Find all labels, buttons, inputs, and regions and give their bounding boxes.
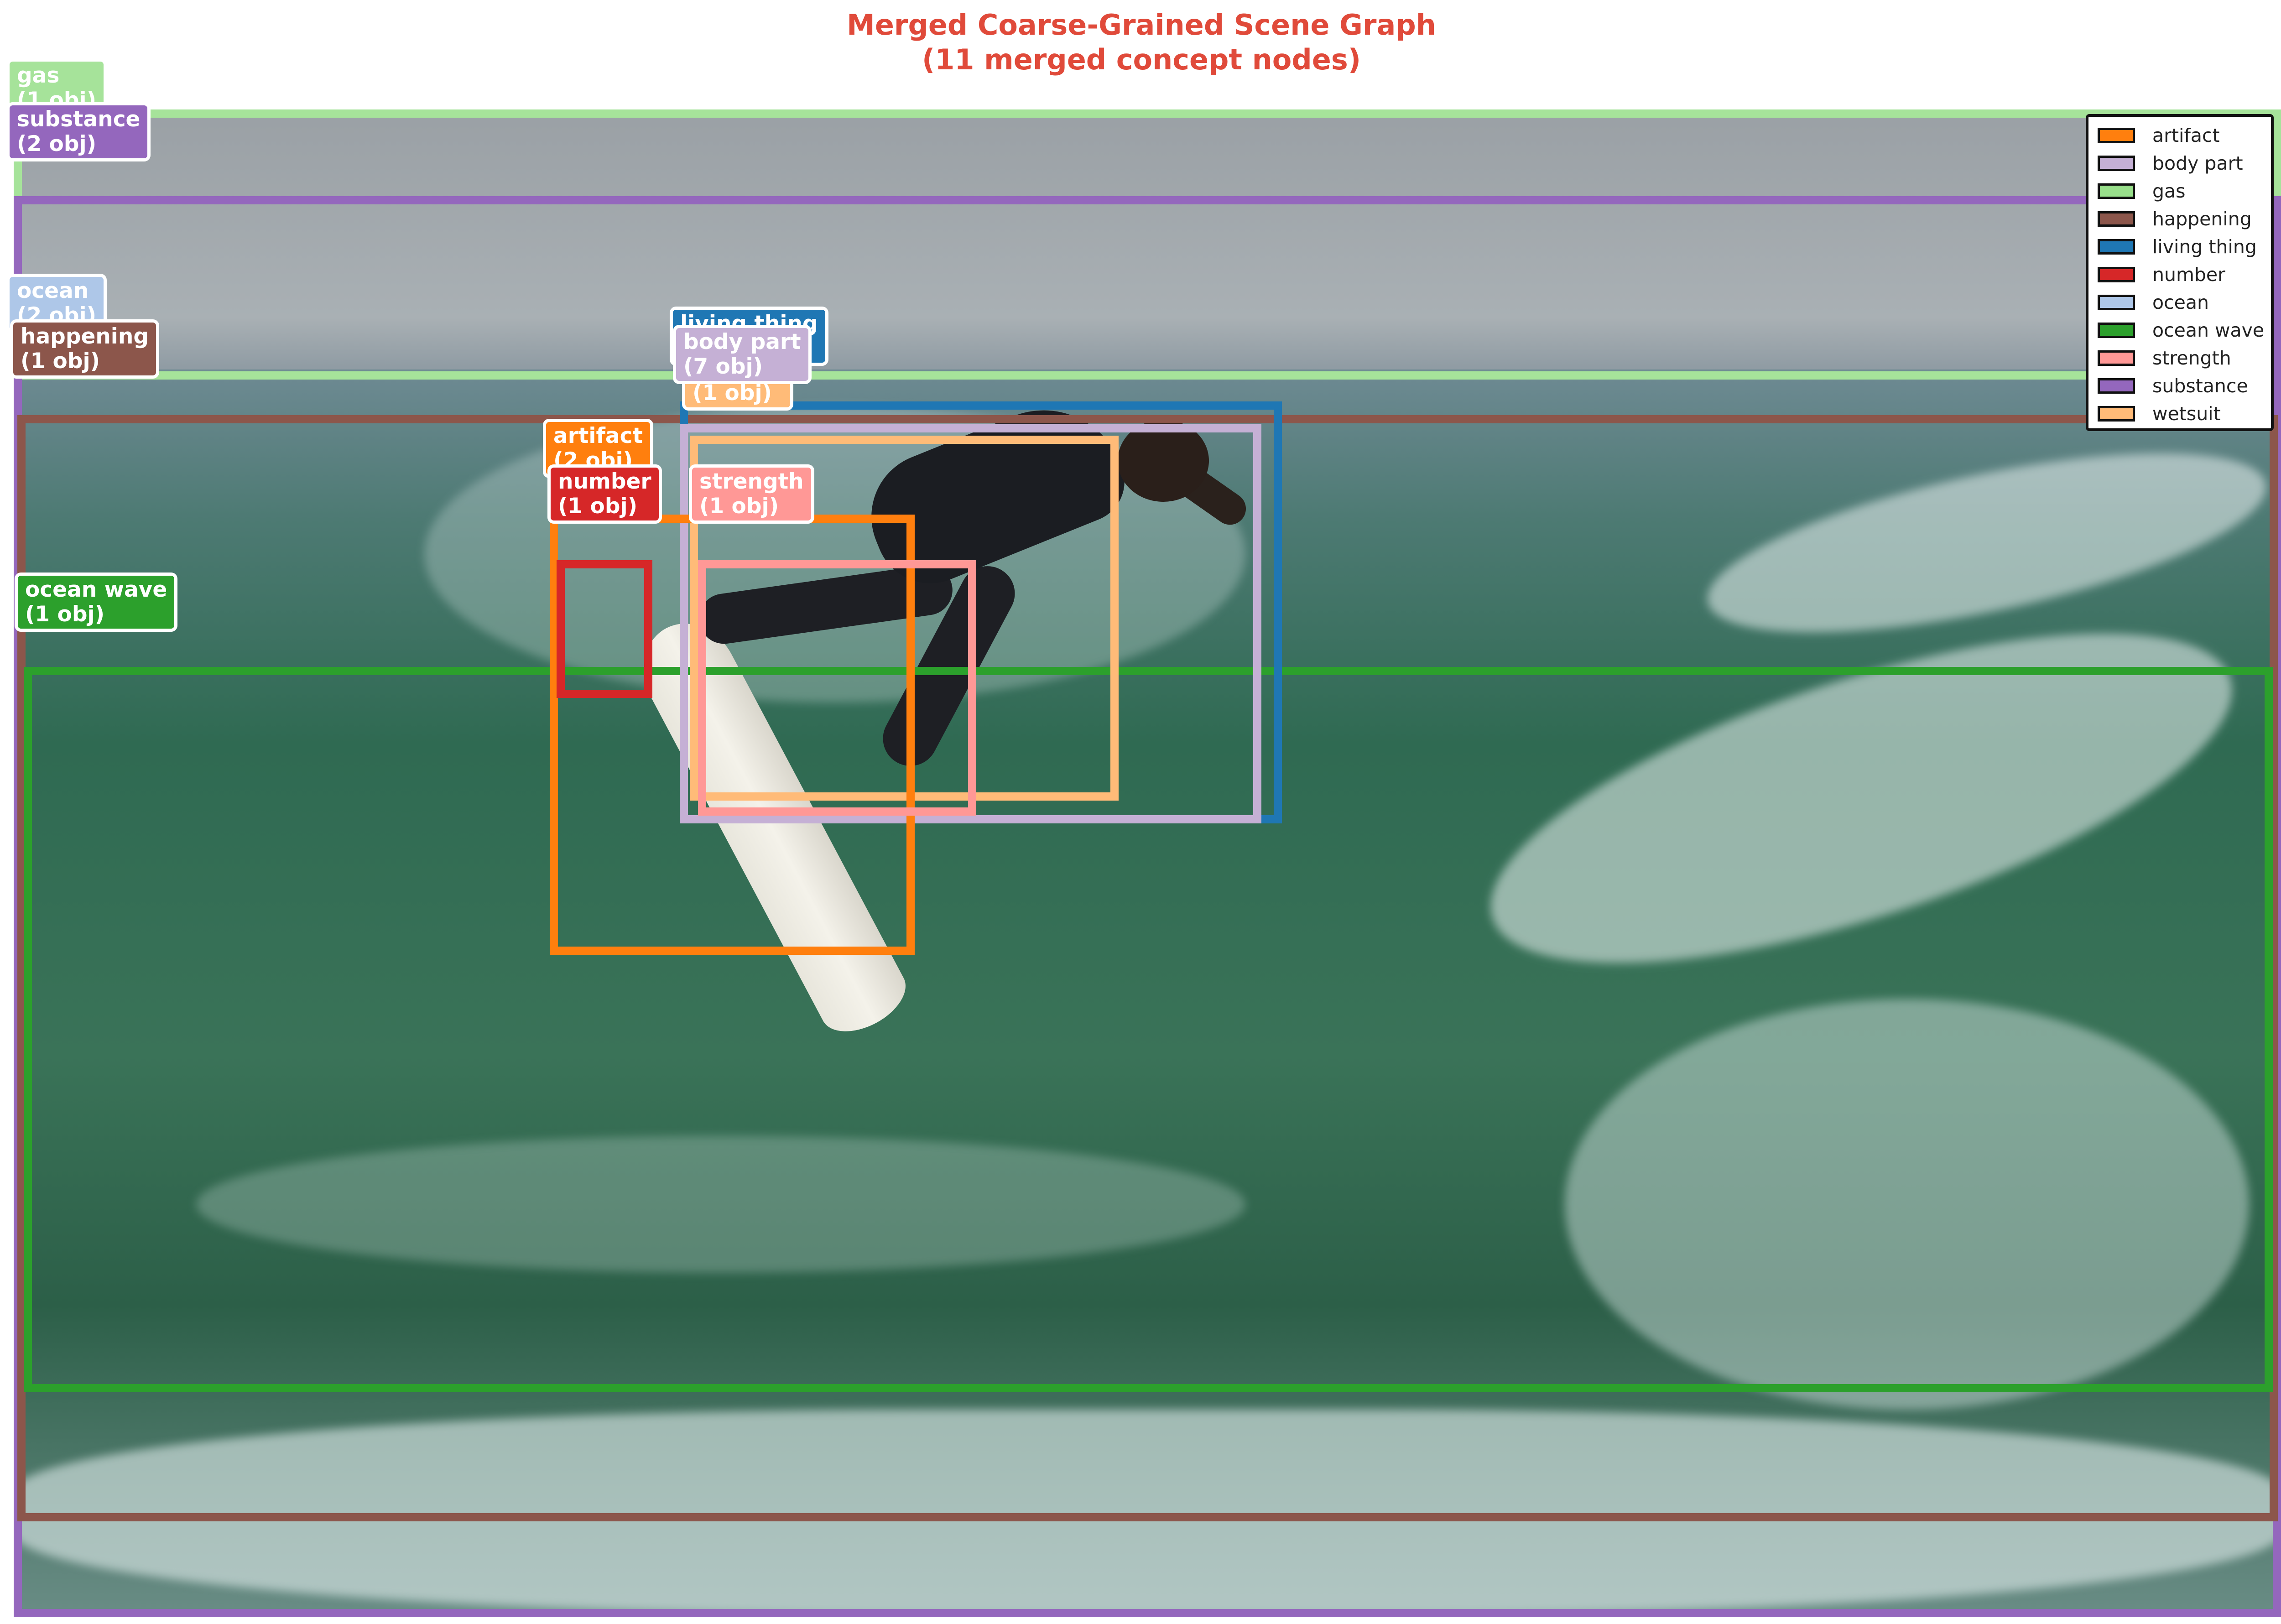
legend-swatch [2098,239,2135,255]
label-strength: strength (1 obj) [689,464,814,524]
label-happening: happening (1 obj) [10,319,160,379]
legend-item: happening [2098,208,2252,230]
label-substance: substance (2 obj) [6,102,151,161]
legend-label: living thing [2152,236,2257,258]
legend-label: happening [2152,208,2252,230]
legend-swatch [2098,183,2135,199]
legend-swatch [2098,156,2135,171]
label-ocean-wave: ocean wave (1 obj) [15,573,178,632]
legend-item: body part [2098,152,2243,175]
bbox-strength [698,560,976,816]
legend-item: living thing [2098,235,2257,258]
legend-swatch [2098,406,2135,422]
legend-item: wetsuit [2098,402,2221,425]
legend-swatch [2098,323,2135,338]
legend-label: body part [2152,152,2243,174]
legend-item: ocean wave [2098,319,2264,342]
legend-label: artifact [2152,125,2220,146]
figure-title: Merged Coarse-Grained Scene Graph [847,8,1436,42]
legend-item: gas [2098,180,2186,203]
legend-swatch [2098,350,2135,366]
legend: artifact body part gas happening living … [2086,114,2274,431]
legend-item: artifact [2098,124,2220,147]
label-number: number (1 obj) [547,464,662,524]
legend-label: strength [2152,347,2231,369]
legend-item: ocean [2098,291,2209,314]
legend-swatch [2098,295,2135,310]
legend-swatch [2098,378,2135,394]
legend-swatch [2098,267,2135,282]
bbox-number [557,560,652,698]
legend-label: wetsuit [2152,403,2221,425]
legend-item: number [2098,263,2225,286]
legend-label: ocean [2152,291,2209,313]
legend-swatch [2098,211,2135,227]
legend-label: gas [2152,180,2186,202]
legend-item: substance [2098,375,2248,397]
label-body-part: body part (7 obj) [673,325,812,384]
legend-label: ocean wave [2152,319,2265,341]
legend-label: number [2152,264,2226,286]
legend-item: strength [2098,347,2231,370]
legend-label: substance [2152,375,2248,397]
figure-subtitle: (11 merged concept nodes) [922,43,1361,76]
legend-swatch [2098,128,2135,143]
